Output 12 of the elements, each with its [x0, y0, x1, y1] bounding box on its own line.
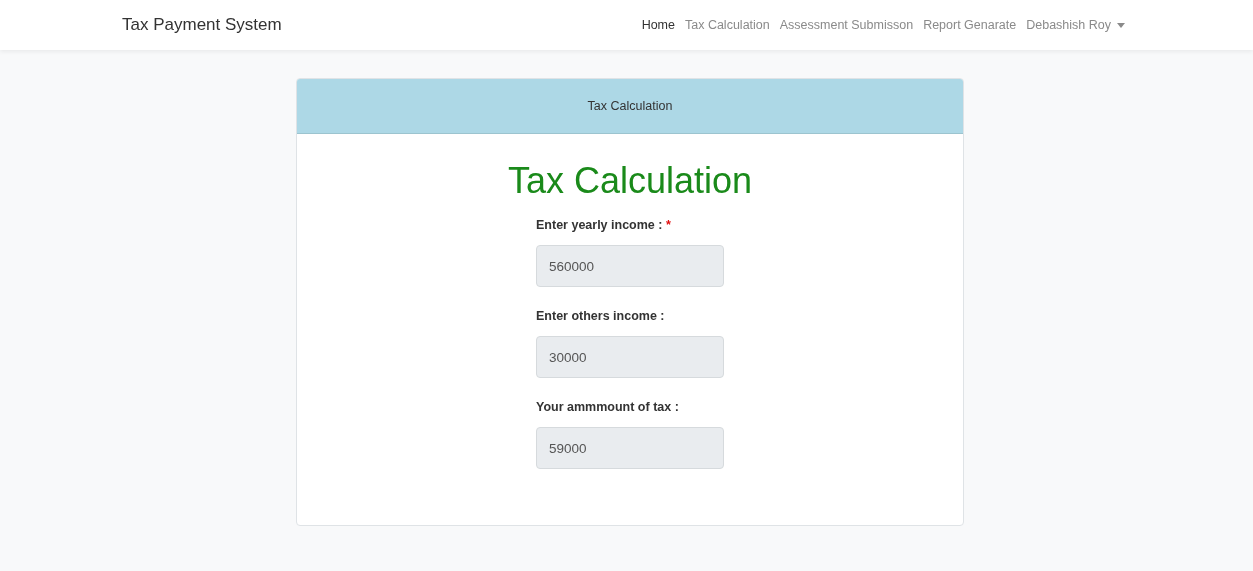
nav-link[interactable]: Tax Calculation	[684, 18, 770, 32]
user-menu[interactable]: Debashish Roy	[1026, 18, 1125, 32]
nav-link[interactable]: Home	[641, 18, 675, 32]
nav-link[interactable]: Report Genarate	[923, 18, 1017, 32]
caret-icon	[1117, 22, 1125, 28]
field-label: Enter others income :	[536, 309, 666, 323]
field-label: Enter yearly income : *	[536, 218, 672, 232]
card-header-title: Tax Calculation	[587, 99, 673, 113]
brand-link[interactable]: Tax Payment System	[122, 15, 282, 35]
field-label: Your ammmount of tax :	[536, 400, 680, 414]
nav-link[interactable]: Assessment Submisson	[779, 18, 914, 32]
page-title: Tax Calculation	[507, 160, 753, 202]
